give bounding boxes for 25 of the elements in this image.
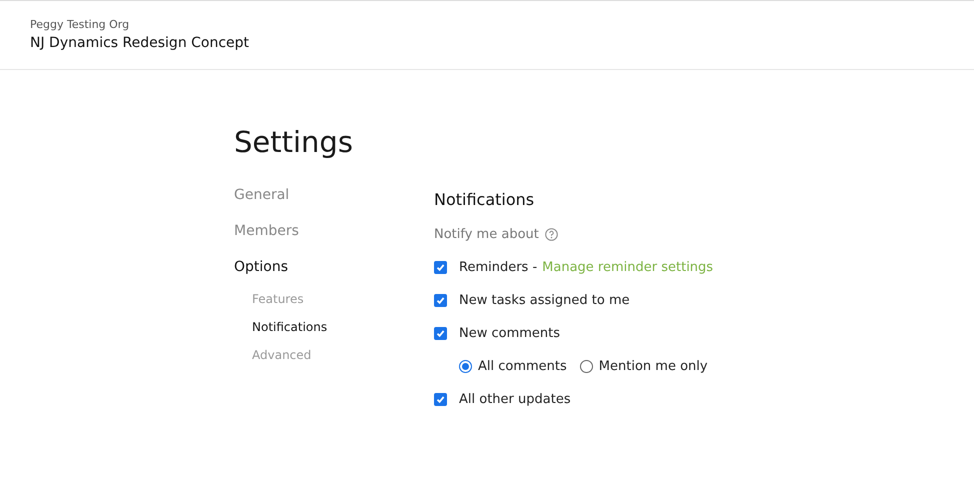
- sidebar-item[interactable]: Options: [234, 257, 434, 293]
- settings-link[interactable]: Manage reminder settings: [542, 260, 714, 274]
- checkbox[interactable]: [434, 294, 447, 306]
- checkbox[interactable]: [434, 326, 447, 340]
- sidebar-item[interactable]: General: [234, 185, 434, 221]
- radio-button[interactable]: [580, 360, 593, 372]
- option-label: Reminders -: [459, 260, 538, 274]
- checkbox[interactable]: [434, 392, 447, 406]
- option-label: All other updates: [459, 392, 571, 406]
- option-label: New comments: [459, 326, 560, 340]
- help-icon[interactable]: [544, 228, 558, 240]
- checkbox[interactable]: [434, 260, 447, 274]
- option-label: New tasks assigned to me: [459, 292, 630, 308]
- sidebar-subitem[interactable]: Advanced: [234, 347, 434, 377]
- sidebar-item[interactable]: Members: [234, 221, 434, 257]
- sidebar-subitem[interactable]: Notifications: [234, 319, 434, 349]
- project-title: NJ Dynamics Redesign Concept: [30, 35, 250, 51]
- sidebar-subitem[interactable]: Features: [234, 291, 434, 321]
- radio-label: All comments: [478, 358, 567, 374]
- radio-label: Mention me only: [598, 358, 708, 374]
- section-heading: Notifications: [434, 190, 536, 211]
- org-name: Peggy Testing Org: [30, 18, 130, 31]
- radio-button[interactable]: [459, 360, 472, 372]
- page-title: Settings: [234, 124, 354, 160]
- notify-label: Notify me about: [434, 226, 539, 242]
